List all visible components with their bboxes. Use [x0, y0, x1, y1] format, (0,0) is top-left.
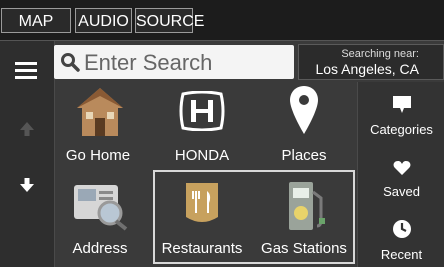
menu-icon[interactable]	[15, 61, 37, 79]
honda-logo-icon	[179, 91, 225, 131]
tile-address[interactable]: Address	[50, 176, 150, 264]
right-column: Categories Saved Recent	[357, 82, 444, 267]
source-button[interactable]: SOURCE	[135, 8, 204, 33]
tile-label: Go Home	[65, 147, 131, 164]
saved-label: Saved	[383, 184, 420, 199]
categories-label: Categories	[370, 122, 433, 137]
saved-button[interactable]: Saved	[358, 148, 444, 206]
restaurant-icon	[186, 183, 218, 222]
tile-label: Gas Stations	[261, 240, 347, 257]
tile-label: Address	[72, 240, 128, 257]
searching-near-button[interactable]: Searching near: Los Angeles, CA	[298, 44, 444, 80]
categories-icon	[393, 96, 411, 113]
tile-honda[interactable]: HONDA	[152, 84, 252, 168]
search-placeholder: Enter Search	[84, 50, 213, 75]
left-column	[0, 41, 55, 267]
tile-gas-stations[interactable]: Gas Stations	[254, 176, 354, 264]
address-book-icon	[74, 185, 128, 231]
heart-icon	[393, 161, 411, 175]
map-pin-icon	[290, 86, 318, 134]
map-button[interactable]: MAP	[1, 8, 71, 33]
tile-places[interactable]: Places	[254, 84, 354, 168]
clock-icon	[393, 220, 411, 238]
scroll-up-icon[interactable]	[19, 121, 35, 137]
searching-near-city: Los Angeles, CA	[315, 61, 419, 77]
tile-restaurants[interactable]: Restaurants	[152, 176, 252, 264]
top-bar: MAP AUDIO SOURCE	[0, 0, 444, 41]
search-icon	[61, 53, 80, 72]
navigation-screen: MAP AUDIO SOURCE Enter Search Searching …	[0, 0, 444, 267]
tile-go-home[interactable]: Go Home	[48, 84, 148, 168]
home-icon	[77, 88, 123, 136]
tile-label: HONDA	[174, 147, 230, 164]
recent-label: Recent	[380, 247, 423, 262]
scroll-down-icon[interactable]	[19, 177, 35, 193]
audio-button[interactable]: AUDIO	[75, 8, 132, 33]
tile-label: Places	[281, 147, 327, 164]
search-input[interactable]: Enter Search	[54, 45, 294, 79]
recent-button[interactable]: Recent	[358, 210, 444, 267]
tile-label: Restaurants	[161, 240, 243, 257]
categories-button[interactable]: Categories	[358, 82, 444, 144]
searching-near-label: Searching near:	[341, 48, 419, 60]
gas-pump-icon	[289, 182, 325, 230]
